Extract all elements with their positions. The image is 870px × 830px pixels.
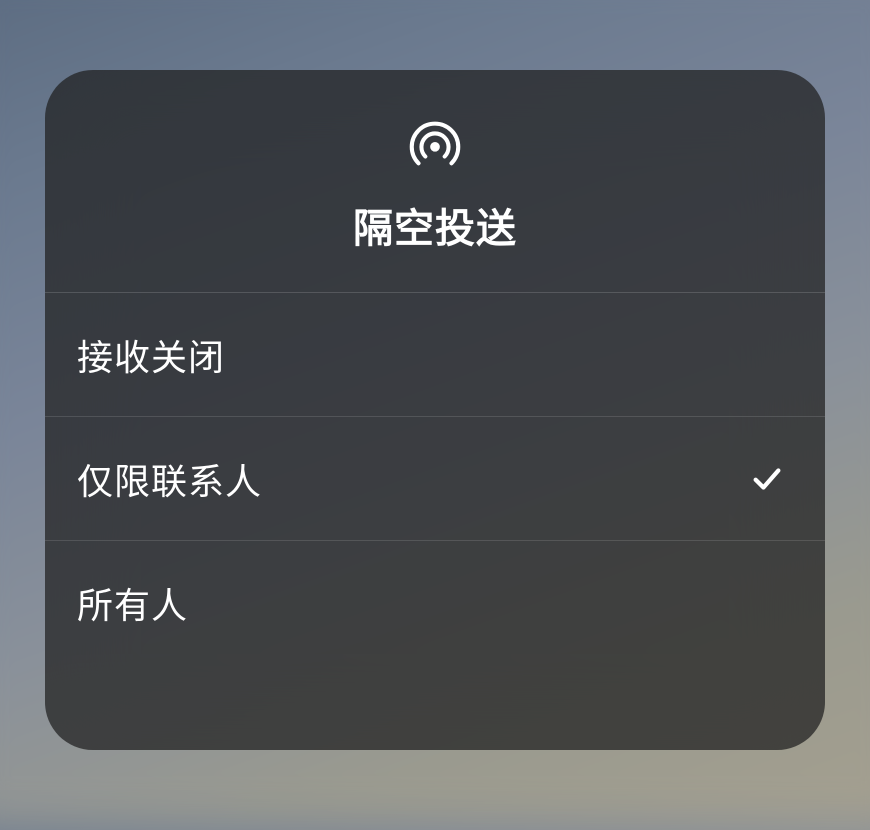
airdrop-icon (404, 110, 466, 172)
option-everyone[interactable]: 所有人 (45, 541, 825, 665)
checkmark-icon (749, 461, 785, 497)
option-contacts-only[interactable]: 仅限联系人 (45, 417, 825, 541)
airdrop-settings-panel: 隔空投送 接收关闭 仅限联系人 所有人 (45, 70, 825, 750)
option-label: 仅限联系人 (77, 453, 262, 505)
panel-header: 隔空投送 (45, 70, 825, 293)
option-label: 接收关闭 (77, 329, 225, 381)
option-label: 所有人 (77, 577, 188, 629)
option-receiving-off[interactable]: 接收关闭 (45, 293, 825, 417)
option-list: 接收关闭 仅限联系人 所有人 (45, 293, 825, 750)
panel-title: 隔空投送 (353, 196, 517, 254)
